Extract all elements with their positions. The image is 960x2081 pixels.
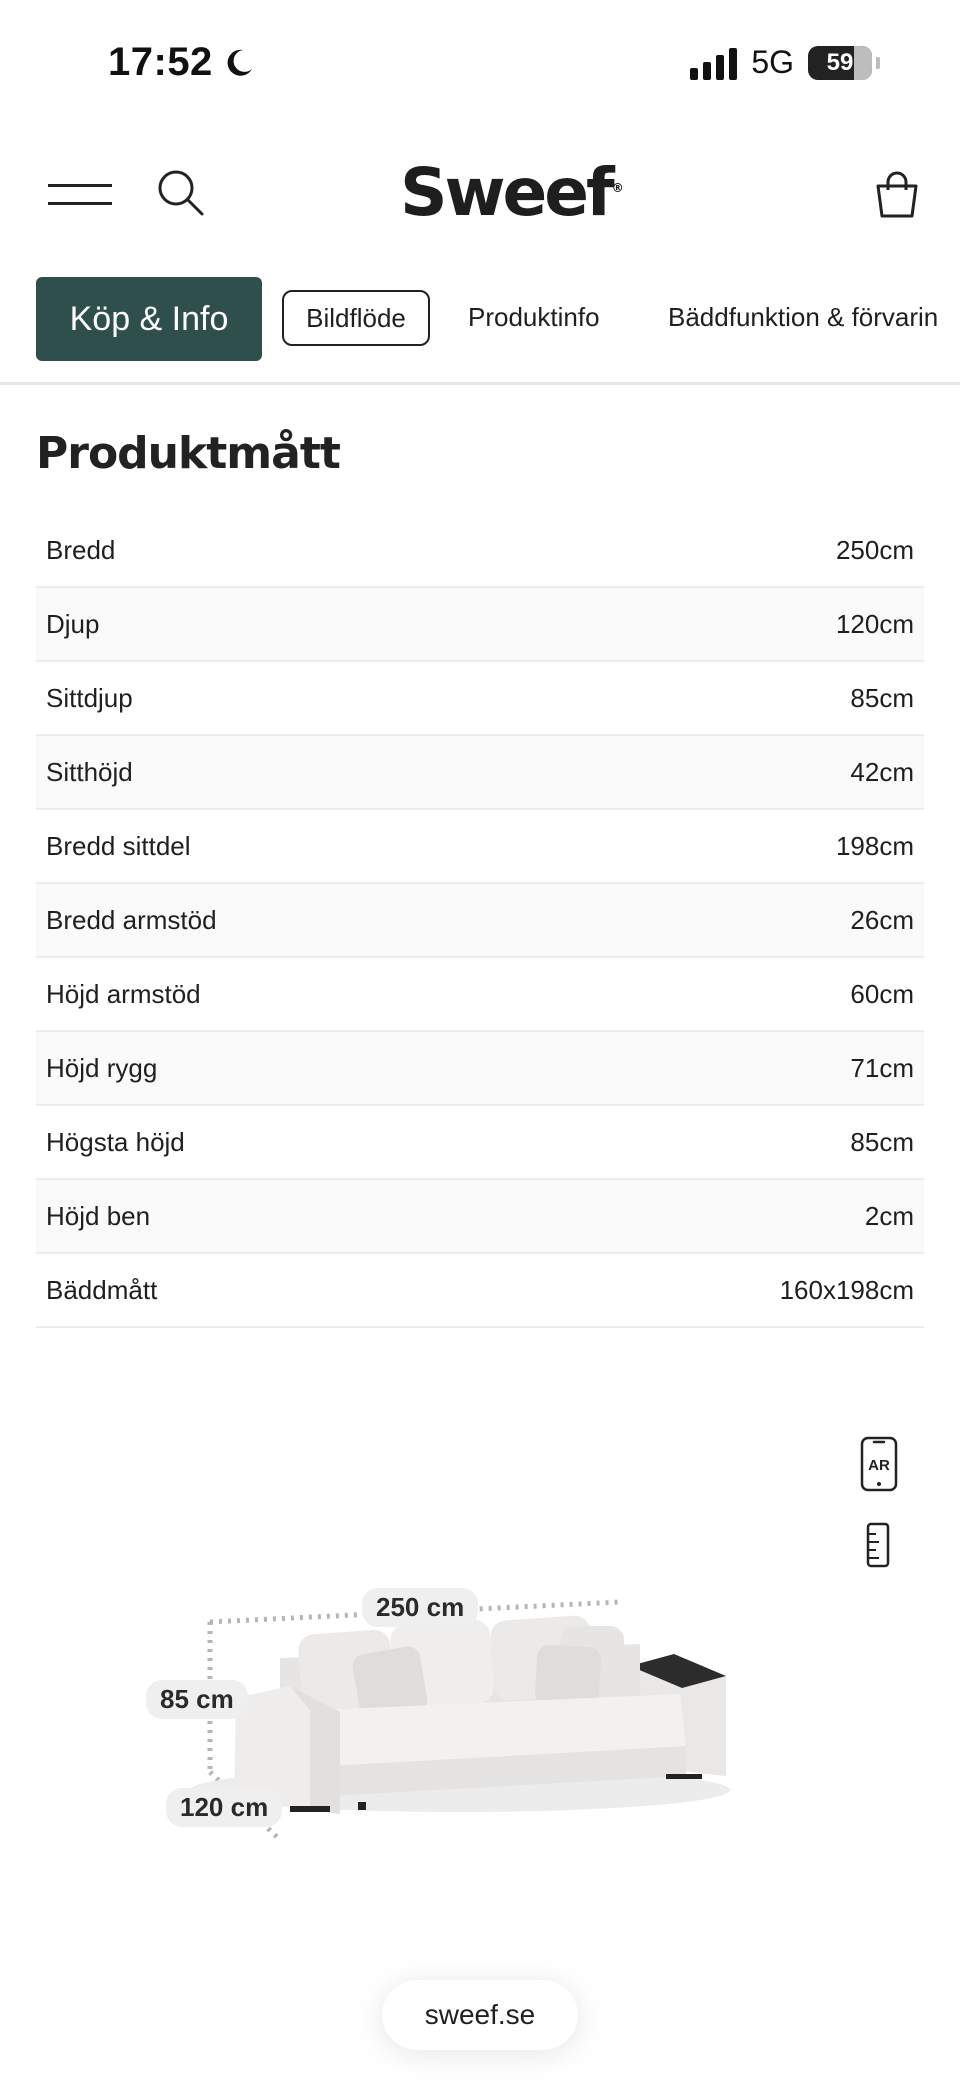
spec-label: Högsta höjd <box>46 1126 185 1157</box>
ruler-icon[interactable] <box>866 1522 890 1568</box>
spec-label: Sitthöjd <box>46 756 133 787</box>
battery-tip <box>876 56 880 69</box>
tab-produktinfo[interactable]: Produktinfo <box>468 302 600 333</box>
table-row: Höjd armstöd 60cm <box>36 958 924 1032</box>
spec-value: 250cm <box>835 534 914 565</box>
hamburger-menu-icon[interactable] <box>48 180 112 210</box>
width-dimension-label: 250 cm <box>362 1588 479 1627</box>
section-tabs: Köp & Info Bildflöde Produktinfo Bäddfun… <box>0 270 960 385</box>
spec-value: 198cm <box>835 830 914 861</box>
search-icon[interactable] <box>156 168 206 218</box>
spec-label: Höjd ben <box>46 1200 151 1231</box>
table-row: Höjd rygg 71cm <box>36 1032 924 1106</box>
moon-icon <box>227 49 252 76</box>
table-row: Höjd ben 2cm <box>36 1180 924 1254</box>
ar-label: AR <box>868 1457 890 1474</box>
table-row: Djup 120cm <box>36 588 924 662</box>
spec-label: Höjd rygg <box>46 1052 158 1083</box>
tab-kop-info[interactable]: Köp & Info <box>36 277 262 361</box>
status-indicators: 5G 59 <box>690 44 880 81</box>
table-row: Sittdjup 85cm <box>36 662 924 736</box>
spec-value: 60cm <box>850 978 914 1009</box>
spec-value: 120cm <box>835 608 914 639</box>
battery-icon: 59 <box>808 45 872 80</box>
site-header: Sweef® <box>0 140 960 250</box>
spec-value: 42cm <box>850 756 914 787</box>
table-row: Sitthöjd 42cm <box>36 736 924 810</box>
spec-label: Djup <box>46 608 100 639</box>
section-title: Produktmått <box>36 428 341 479</box>
table-row: Bredd sittdel 198cm <box>36 810 924 884</box>
depth-dimension-label: 120 cm <box>166 1788 283 1827</box>
table-row: Bäddmått 160x198cm <box>36 1254 924 1328</box>
height-dimension-label: 85 cm <box>146 1680 248 1719</box>
spec-label: Bredd <box>46 534 116 565</box>
product-3d-viewer[interactable]: 250 cm 85 cm 120 cm <box>130 1570 750 1860</box>
spec-label: Höjd armstöd <box>46 978 201 1009</box>
tab-baddfunktion[interactable]: Bäddfunktion & förvarin <box>668 302 938 333</box>
site-domain-pill[interactable]: sweef.se <box>382 1980 578 2050</box>
registered-mark: ® <box>611 181 624 195</box>
spec-label: Bäddmått <box>46 1274 158 1305</box>
dimensions-table: Bredd 250cm Djup 120cm Sittdjup 85cm Sitthö… <box>36 514 924 1328</box>
spec-value: 85cm <box>850 1126 914 1157</box>
spec-label: Bredd sittdel <box>46 830 191 861</box>
status-time: 17:52 <box>108 40 255 85</box>
cellular-signal-icon <box>690 46 738 80</box>
spec-value: 71cm <box>850 1052 914 1083</box>
spec-value: 2cm <box>864 1200 914 1231</box>
battery-level: 59 <box>826 48 854 76</box>
ar-view-icon[interactable]: AR <box>860 1436 898 1492</box>
spec-label: Sittdjup <box>46 682 133 713</box>
spec-label: Bredd armstöd <box>46 904 217 935</box>
table-row: Bredd armstöd 26cm <box>36 884 924 958</box>
status-bar: 17:52 5G 59 <box>0 0 960 130</box>
network-type: 5G <box>751 44 794 80</box>
logo[interactable]: Sweef® <box>400 154 624 231</box>
table-row: Högsta höjd 85cm <box>36 1106 924 1180</box>
logo-text: Sweef <box>400 154 615 231</box>
shopping-bag-icon[interactable] <box>874 170 920 220</box>
tab-bildflode[interactable]: Bildflöde <box>282 290 430 346</box>
spec-value: 26cm <box>850 904 914 935</box>
table-row: Bredd 250cm <box>36 514 924 588</box>
spec-value: 160x198cm <box>779 1274 914 1305</box>
spec-value: 85cm <box>850 682 914 713</box>
clock: 17:52 <box>108 40 213 84</box>
